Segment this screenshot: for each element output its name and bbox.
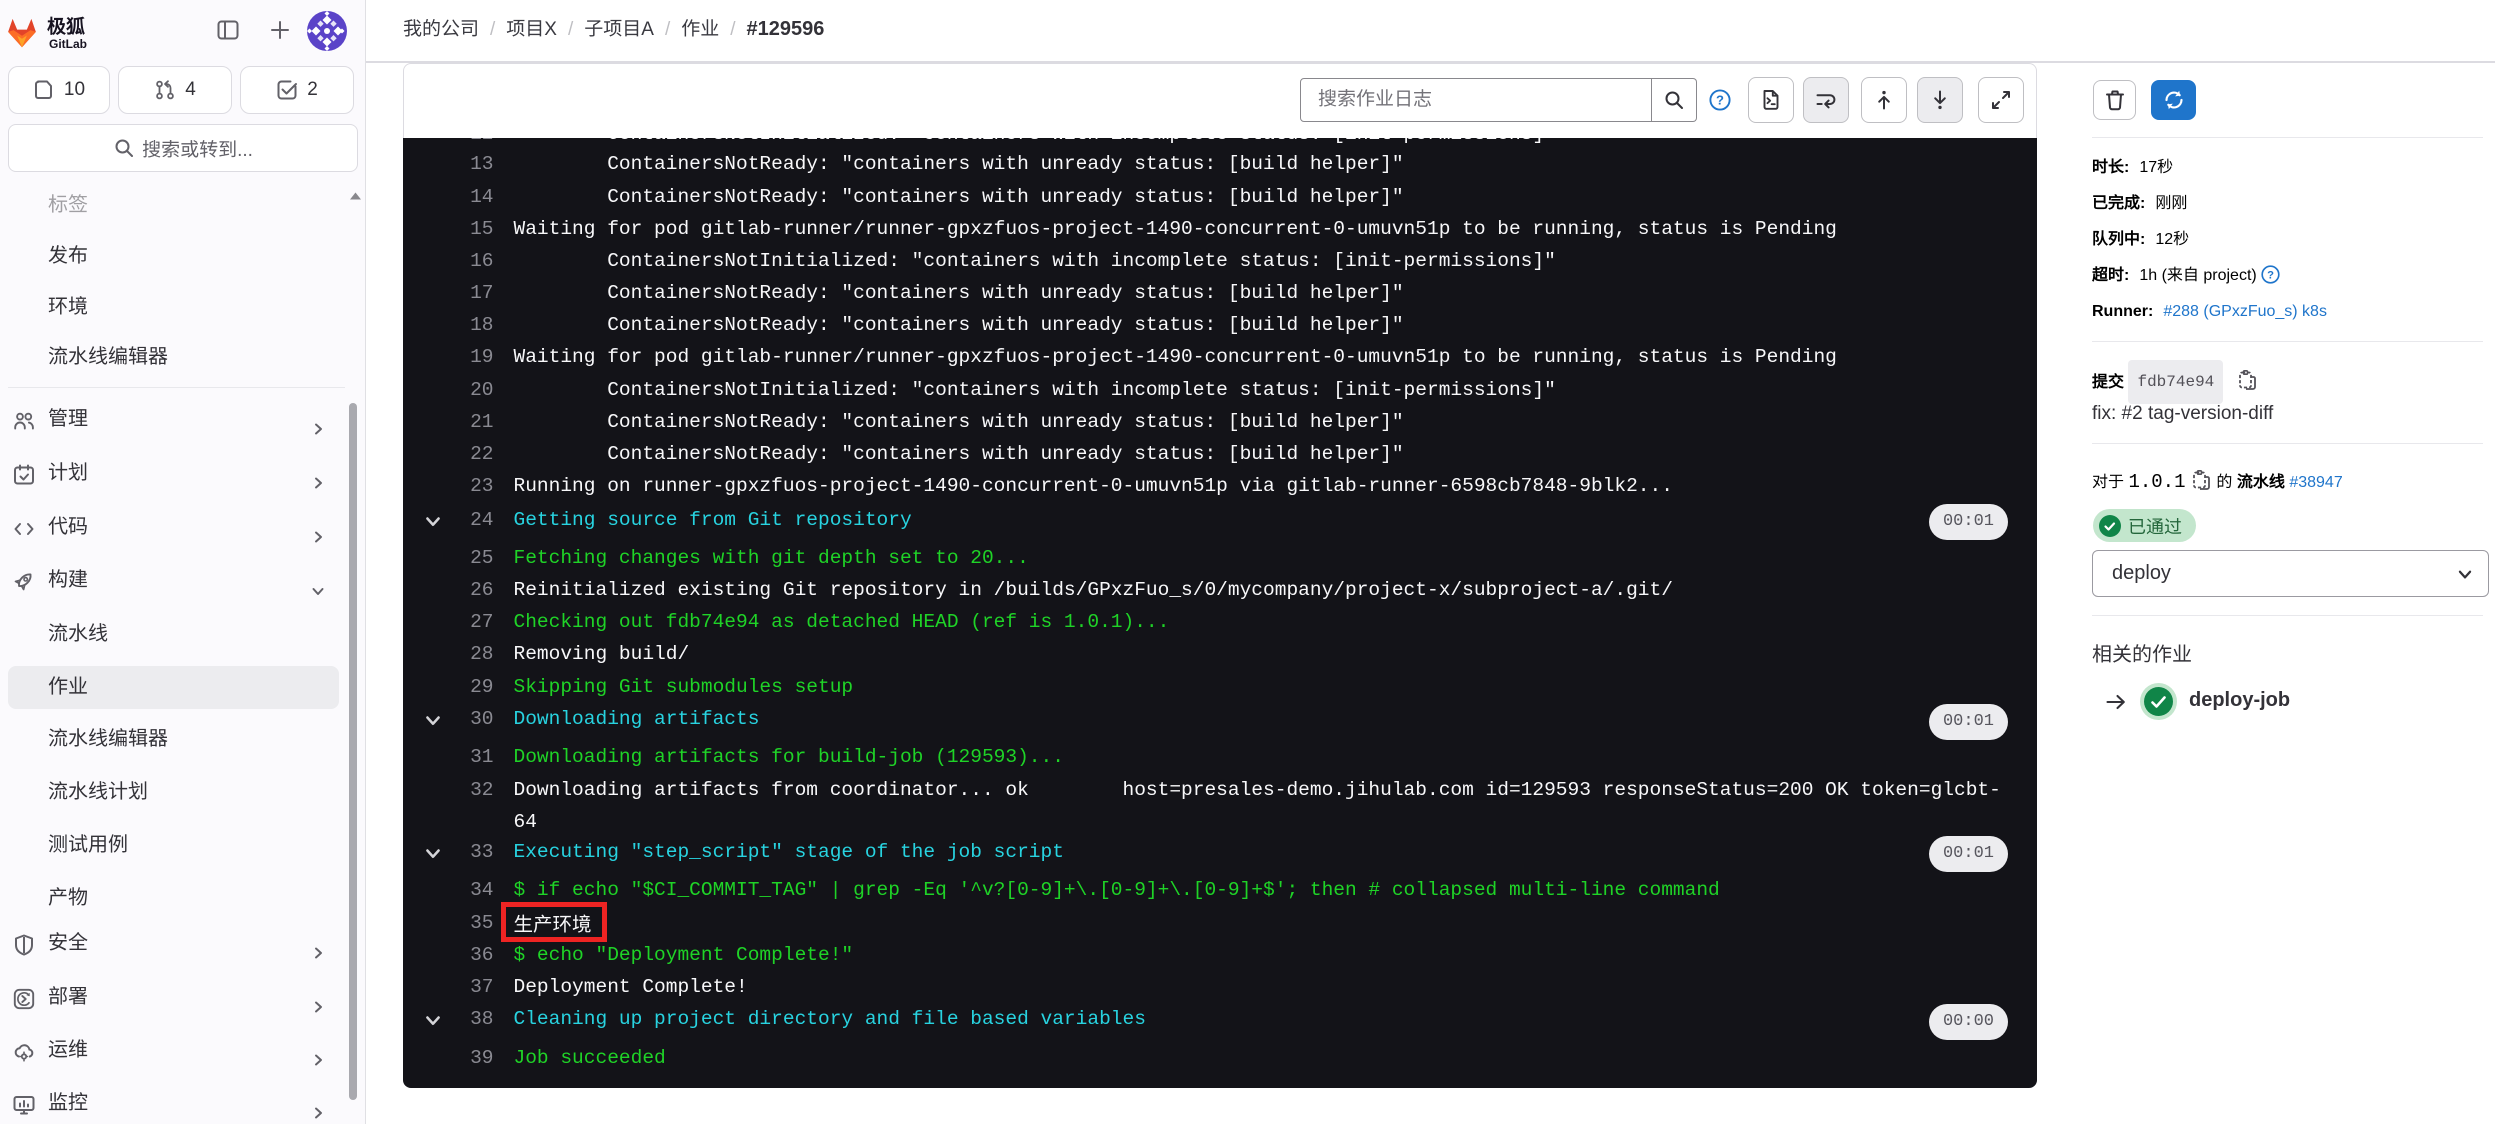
svg-text:?: ?	[2267, 269, 2274, 281]
svg-text:?: ?	[1716, 92, 1724, 107]
